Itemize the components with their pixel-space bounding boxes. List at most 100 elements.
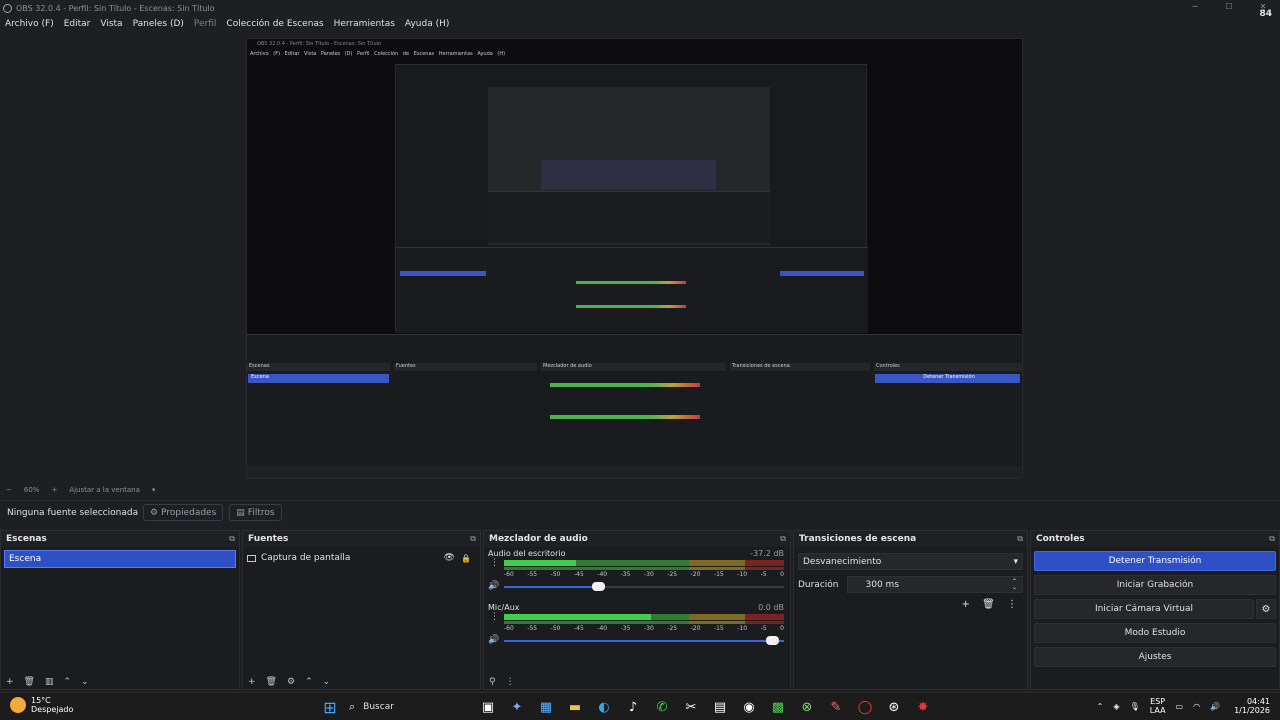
move-up-icon[interactable]: ⌃	[64, 677, 72, 687]
task-view-icon[interactable]: ▣	[478, 697, 498, 717]
channel-db: 0.0 dB	[758, 603, 784, 612]
trash-icon[interactable]: 🗑	[24, 677, 35, 687]
stop-streaming-button[interactable]: Detener Transmisión	[1034, 551, 1276, 571]
scene-item[interactable]: Escena	[4, 550, 236, 568]
taskbar-search[interactable]: ⌕ Buscar	[349, 697, 469, 717]
kebab-icon[interactable]: ⋮	[1007, 599, 1017, 610]
menu-docks[interactable]: Paneles (D)	[133, 19, 184, 29]
tray-app-icon[interactable]: ◈	[1113, 702, 1119, 711]
start-virtual-camera-button[interactable]: Iniciar Cámara Virtual	[1095, 604, 1193, 614]
gear-icon[interactable]: ⚙	[1256, 599, 1276, 619]
lock-icon[interactable]: 🔒	[461, 554, 471, 563]
game-app-icon[interactable]: ✸	[913, 697, 933, 717]
volume-slider-handle[interactable]	[766, 636, 779, 645]
context-bar: Ninguna fuente seleccionada ⚙ Propiedade…	[0, 500, 1280, 524]
undock-icon[interactable]: ⧉	[1017, 534, 1023, 544]
trash-icon[interactable]: 🗑	[982, 599, 995, 610]
zoom-in-icon[interactable]: +	[51, 486, 57, 494]
menu-view[interactable]: Vista	[100, 19, 122, 29]
volume-slider-handle[interactable]	[592, 582, 605, 591]
trash-icon[interactable]: 🗑	[266, 677, 277, 687]
start-recording-button[interactable]: Iniciar Grabación	[1034, 575, 1276, 595]
capcut-icon[interactable]: ✂	[681, 697, 701, 717]
zoom-out-icon[interactable]: −	[6, 486, 12, 494]
microphone-icon[interactable]: 🎙	[1130, 702, 1140, 711]
volume-slider[interactable]	[504, 640, 784, 642]
undock-icon[interactable]: ⧉	[229, 534, 235, 544]
meter-level	[504, 560, 576, 566]
settings-button[interactable]: Ajustes	[1034, 647, 1276, 667]
transition-select[interactable]: Desvanecimiento ▾	[798, 553, 1023, 570]
zoom-level[interactable]: 60%	[24, 486, 40, 494]
store-icon[interactable]: ▦	[536, 697, 556, 717]
network-icon[interactable]: ▭	[1176, 702, 1184, 711]
source-item[interactable]: Captura de pantalla 👁 🔒	[247, 550, 477, 566]
calendar-icon[interactable]: ▤	[710, 697, 730, 717]
pen-app-icon[interactable]: ✎	[826, 697, 846, 717]
opera-icon[interactable]: ◯	[855, 697, 875, 717]
preview-nested-title: OBS 32.0.4 - Perfil: Sin Título - Escena…	[257, 41, 382, 47]
meter-tick-label: -5	[760, 571, 767, 578]
tiktok-icon[interactable]: ♪	[623, 697, 643, 717]
wifi-icon[interactable]: ◠	[1193, 702, 1200, 711]
preview-nested-window	[395, 64, 868, 333]
speaker-icon[interactable]: 🔊	[488, 581, 499, 591]
filter-icon[interactable]: ▥	[45, 677, 54, 687]
clock[interactable]: 04:41 1/1/2026	[1234, 697, 1270, 715]
language-indicator[interactable]: ESP LAA	[1150, 697, 1166, 715]
volume-slider[interactable]	[504, 586, 784, 588]
steam-icon[interactable]: ⊛	[884, 697, 904, 717]
menu-edit[interactable]: Editar	[64, 19, 91, 29]
search-label: Buscar	[363, 702, 394, 712]
preview-canvas[interactable]: OBS 32.0.4 - Perfil: Sin Título - Escena…	[246, 38, 1023, 479]
undock-icon[interactable]: ⧉	[1269, 534, 1275, 544]
link-icon[interactable]: ⚲	[489, 677, 496, 687]
maximize-icon[interactable]: ☐	[1212, 0, 1246, 16]
gear-icon[interactable]: ⚙	[287, 677, 295, 687]
add-icon[interactable]: +	[6, 677, 14, 687]
windows-start-icon[interactable]: ⊞	[320, 697, 340, 717]
menu-profile[interactable]: Perfil	[194, 19, 217, 29]
meter-tick-label: -40	[597, 571, 608, 578]
menu-tools[interactable]: Herramientas	[334, 19, 395, 29]
channel-db: -37.2 dB	[750, 549, 784, 558]
xbox-icon[interactable]: ⊗	[797, 697, 817, 717]
gear-icon: ⚙	[150, 507, 159, 518]
move-down-icon[interactable]: ⌄	[81, 677, 89, 687]
move-up-icon[interactable]: ⌃	[305, 677, 313, 687]
file-explorer-icon[interactable]: ▬	[565, 697, 585, 717]
obs-icon[interactable]: ◉	[739, 697, 759, 717]
visibility-eye-icon[interactable]: 👁	[444, 553, 455, 563]
spinner-icon[interactable]: ⌃ ⌄	[1012, 578, 1017, 591]
menu-scene-collection[interactable]: Colección de Escenas	[226, 19, 323, 29]
chevron-down-icon[interactable]: ▾	[152, 486, 156, 494]
minimize-icon[interactable]: ─	[1178, 0, 1212, 16]
scenes-dock: Escenas ⧉ Escena + 🗑 ▥ ⌃ ⌄	[0, 530, 240, 690]
copilot-icon[interactable]: ✦	[507, 697, 527, 717]
undock-icon[interactable]: ⧉	[470, 534, 476, 544]
meter-tick-label: -35	[620, 571, 631, 578]
transitions-dock: Transiciones de escena ⧉ Desvanecimiento…	[793, 530, 1028, 690]
add-icon[interactable]: +	[248, 677, 256, 687]
minecraft-icon[interactable]: ▩	[768, 697, 788, 717]
chevron-up-icon[interactable]: ⌃	[1097, 702, 1104, 711]
menu-file[interactable]: Archivo (F)	[5, 19, 54, 29]
speaker-icon[interactable]: 🔊	[488, 635, 499, 645]
add-icon[interactable]: +	[962, 599, 970, 610]
properties-button[interactable]: ⚙ Propiedades	[143, 504, 224, 521]
weather-widget[interactable]: 15°C Despejado	[10, 696, 73, 714]
zoom-fit-select[interactable]: Ajustar a la ventana	[69, 486, 140, 494]
undock-icon[interactable]: ⧉	[780, 534, 786, 544]
studio-mode-button[interactable]: Modo Estudio	[1034, 623, 1276, 643]
menu-help[interactable]: Ayuda (H)	[405, 19, 449, 29]
whatsapp-icon[interactable]: ✆	[652, 697, 672, 717]
speaker-icon[interactable]: 🔊	[1210, 702, 1220, 711]
edge-icon[interactable]: ◐	[594, 697, 614, 717]
kebab-icon[interactable]: ⋮	[490, 613, 499, 622]
duration-input[interactable]: 300 ms ⌃ ⌄	[846, 576, 1023, 593]
transitions-title: Transiciones de escena	[799, 534, 917, 544]
kebab-icon[interactable]: ⋮	[490, 559, 499, 568]
filters-button[interactable]: ▤ Filtros	[229, 504, 282, 521]
kebab-icon[interactable]: ⋮	[506, 677, 515, 687]
move-down-icon[interactable]: ⌄	[323, 677, 331, 687]
